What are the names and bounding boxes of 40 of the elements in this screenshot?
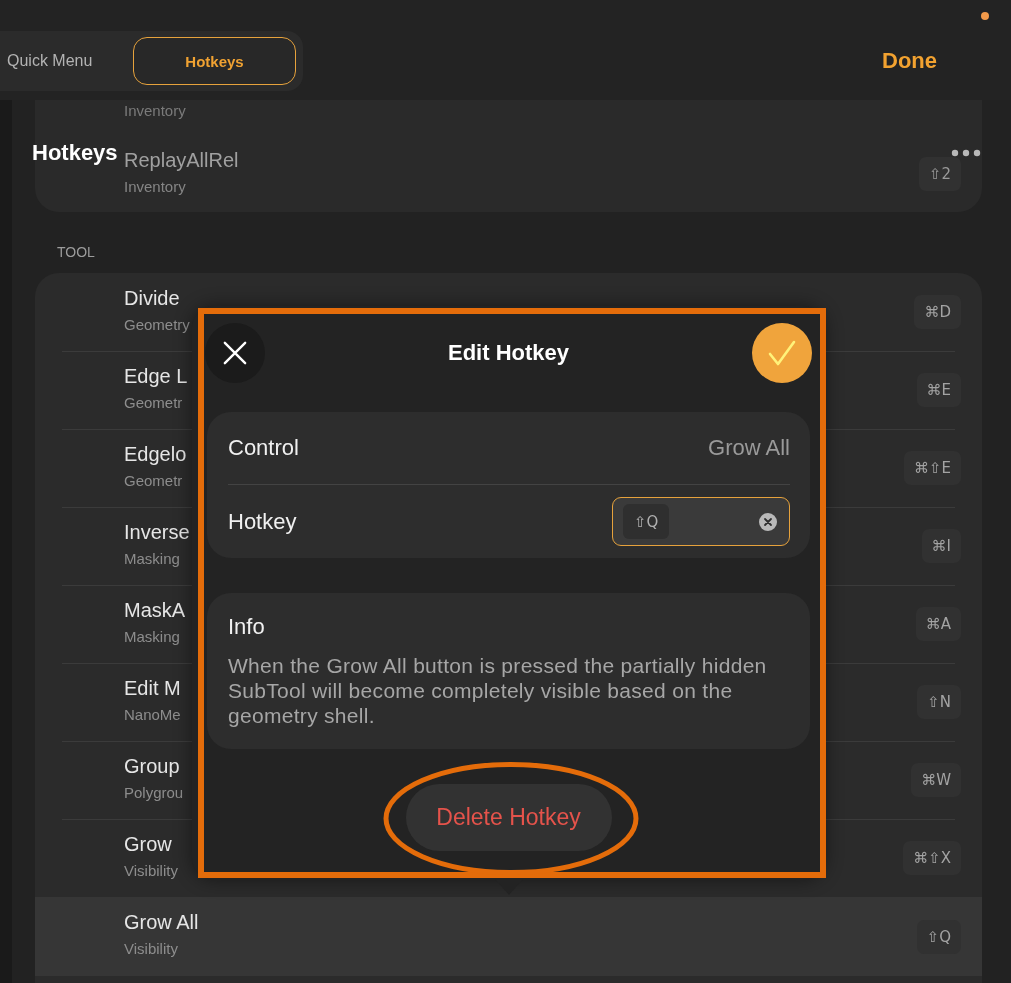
- dialog-title: Edit Hotkey: [447, 340, 570, 366]
- hotkey-badge: ⇧N: [917, 685, 961, 719]
- row-title: Edge L: [124, 364, 188, 388]
- hotkey-badge: ⌘⇧E: [903, 451, 961, 485]
- row-category: Visibility: [124, 940, 179, 958]
- row-category: NanoMe: [124, 706, 181, 724]
- row-category: Geometry: [124, 316, 190, 334]
- row-category: Masking: [124, 628, 181, 646]
- hotkey-badge: ⌘A: [915, 607, 961, 641]
- info-text: When the Grow All button is pressed the partially hidden SubTool will become completely visible based on the geometry shell.: [228, 653, 768, 728]
- section-label: TOOL: [56, 244, 96, 260]
- row-title: Inverse: [124, 520, 190, 544]
- row-category: Geometr: [124, 472, 184, 490]
- row-category: Masking: [124, 550, 181, 568]
- row-title: Grow All: [124, 910, 199, 934]
- hotkey-badge: ⌘D: [914, 295, 961, 329]
- row-category: Visibility: [124, 862, 178, 880]
- hotkey-badge: ⌘⇧X: [903, 841, 961, 875]
- row-title: ReplayAllRel: [124, 148, 239, 172]
- hotkey-badge: ⌘I: [921, 529, 961, 563]
- key-chip: ⇧Q: [623, 504, 670, 539]
- row-title: Edit M: [124, 676, 181, 700]
- field-label: Hotkey: [228, 508, 297, 535]
- hotkey-badge: ⌘E: [916, 373, 961, 407]
- row-title: Divide: [124, 286, 181, 310]
- row-category: Inventory: [124, 178, 187, 196]
- field-label: Control: [228, 435, 299, 461]
- row-category: Geometr: [124, 394, 184, 412]
- row-category: Polygrou: [124, 784, 184, 802]
- row-title: Grow: [124, 832, 173, 856]
- hotkey-badge: ⇧Q: [916, 919, 961, 954]
- hotkey-badge: ⇧2: [918, 157, 961, 191]
- row-title: Edgelo: [124, 442, 187, 466]
- row-title: Group: [124, 754, 181, 778]
- hotkey-badge: ⌘W: [911, 763, 961, 797]
- field-value: Grow All: [708, 435, 790, 461]
- row-category: Inventory: [124, 102, 186, 119]
- row-title: MaskA: [124, 598, 186, 622]
- info-title: Info: [228, 615, 266, 639]
- page-title: Hotkeys: [32, 140, 118, 166]
